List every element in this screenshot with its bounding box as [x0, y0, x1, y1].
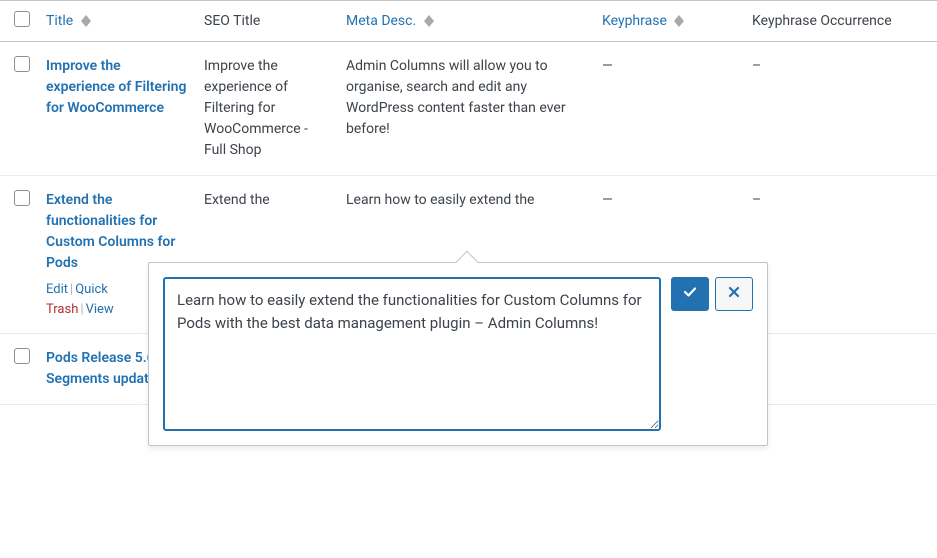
- meta-desc-cell[interactable]: Admin Columns will allow you to organise…: [338, 42, 594, 176]
- column-header-seo-title: SEO Title: [196, 1, 338, 42]
- occurrence-cell: [744, 334, 937, 405]
- sort-icon: [424, 15, 434, 27]
- column-header-meta-desc-label: Meta Desc.: [346, 13, 416, 29]
- column-header-seo-title-label: SEO Title: [204, 13, 260, 29]
- post-title-link[interactable]: Extend the functionalities for Custom Co…: [46, 192, 175, 271]
- select-all-checkbox[interactable]: [14, 11, 30, 27]
- sort-icon: [81, 15, 91, 27]
- column-header-keyphrase-label: Keyphrase: [602, 13, 667, 29]
- post-title-link[interactable]: Pods Release 5.6: Segments updated: [46, 350, 164, 387]
- check-icon: [683, 285, 697, 303]
- keyphrase-cell: —: [594, 42, 744, 176]
- column-header-title[interactable]: Title: [38, 1, 196, 42]
- quick-edit-action[interactable]: Quick: [75, 282, 108, 297]
- row-checkbox[interactable]: [14, 190, 30, 206]
- column-header-meta-desc[interactable]: Meta Desc.: [338, 1, 594, 42]
- row-checkbox[interactable]: [14, 56, 30, 72]
- cancel-button[interactable]: [715, 277, 753, 311]
- column-header-keyphrase[interactable]: Keyphrase: [594, 1, 744, 42]
- meta-desc-editor[interactable]: [163, 277, 661, 431]
- sort-icon: [674, 15, 684, 27]
- inline-edit-popover: [148, 262, 768, 446]
- occurrence-cell: –: [744, 42, 937, 176]
- view-action[interactable]: View: [86, 302, 114, 317]
- seo-title-cell: Improve the experience of Filtering for …: [196, 42, 338, 176]
- close-icon: [727, 285, 741, 303]
- column-header-keyphrase-occurrence: Keyphrase Occurrence: [744, 1, 937, 42]
- edit-action[interactable]: Edit: [46, 282, 68, 297]
- column-header-title-label: Title: [46, 13, 73, 29]
- occurrence-cell: –: [744, 176, 937, 334]
- table-header-row: Title SEO Title Meta Desc. Keyphrase: [0, 1, 937, 42]
- confirm-button[interactable]: [671, 277, 709, 311]
- table-row: Improve the experience of Filtering for …: [0, 42, 937, 176]
- column-header-occ-label: Keyphrase Occurrence: [752, 13, 892, 29]
- row-checkbox[interactable]: [14, 348, 30, 364]
- trash-action[interactable]: Trash: [46, 302, 78, 317]
- post-title-link[interactable]: Improve the experience of Filtering for …: [46, 58, 186, 116]
